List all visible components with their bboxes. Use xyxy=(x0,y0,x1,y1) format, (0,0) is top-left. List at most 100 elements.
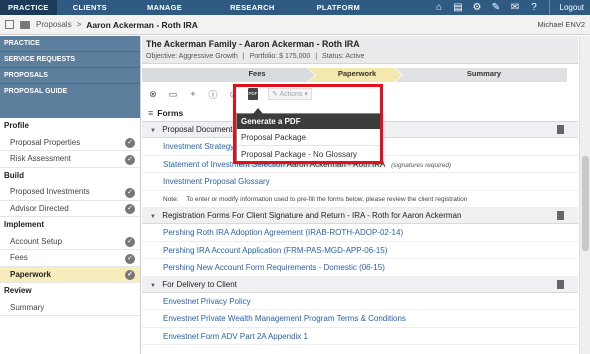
sidebar-item-fees[interactable]: Fees ✓ xyxy=(0,250,140,267)
form-link[interactable]: Envestnet Form ADV Part 2A Appendix 1 xyxy=(163,332,308,341)
layers-icon xyxy=(20,20,30,29)
scrollbar[interactable] xyxy=(579,36,590,354)
person-icon[interactable]: ☺ xyxy=(228,89,238,99)
tab-clients[interactable]: CLIENTS xyxy=(73,0,107,15)
section-title: Registration Forms For Client Signature … xyxy=(162,211,462,220)
note-label: Note: xyxy=(163,195,179,203)
tab-manage[interactable]: MANAGE xyxy=(147,0,182,15)
add-icon[interactable]: + xyxy=(188,89,198,99)
tab-research[interactable]: RESEARCH xyxy=(230,0,275,15)
close-circle-icon[interactable]: ⊗ xyxy=(148,89,158,100)
tab-practice[interactable]: PRACTICE xyxy=(0,0,57,15)
sidebar-item-advisor-directed[interactable]: Advisor Directed ✓ xyxy=(0,201,140,217)
main-content: The Ackerman Family - Aaron Ackerman - R… xyxy=(142,36,578,354)
document-icon[interactable] xyxy=(557,279,564,289)
section-registration-forms[interactable]: ▼ Registration Forms For Client Signatur… xyxy=(142,208,578,224)
forms-title: Forms xyxy=(157,108,184,118)
collapse-arrow-icon[interactable]: ▼ xyxy=(150,283,156,289)
check-icon: ✓ xyxy=(125,187,135,198)
form-link[interactable]: Pershing IRA Account Application (FRM-PA… xyxy=(163,246,387,255)
proposal-meta: Objective: Aggressive Growth | Portfolio… xyxy=(146,53,574,60)
document-icon[interactable] xyxy=(557,125,564,134)
proposal-header: The Ackerman Family - Aaron Ackerman - R… xyxy=(142,36,578,64)
tab-platform[interactable]: PLATFORM xyxy=(317,0,361,15)
sidebar-item-account-setup[interactable]: Account Setup ✓ xyxy=(0,234,140,250)
menu-item-proposal-package-no-glossary[interactable]: Proposal Package - No Glossary xyxy=(237,146,381,163)
pdf-icon[interactable]: PDF xyxy=(248,88,258,100)
note-text: To enter or modify information used to p… xyxy=(186,195,468,203)
collapse-icon[interactable] xyxy=(5,20,14,29)
folder-icon[interactable]: ▭ xyxy=(168,89,178,100)
progress-steps: Fees Paperwork Summary xyxy=(142,67,578,83)
list-item: Pershing IRA Account Application (FRM-PA… xyxy=(142,242,578,259)
gear-icon[interactable]: ⚙ xyxy=(471,1,483,14)
scrollbar-thumb[interactable] xyxy=(582,156,589,251)
check-icon: ✓ xyxy=(125,138,135,148)
meta-separator: | xyxy=(242,53,245,60)
breadcrumb-current: Aaron Ackerman - Roth IRA xyxy=(86,19,198,30)
sidebar-item-label: Summary xyxy=(10,302,45,312)
collapse-arrow-icon[interactable]: ▼ xyxy=(150,214,156,220)
check-icon: ✓ xyxy=(125,237,135,247)
page-title: The Ackerman Family - Aaron Ackerman - R… xyxy=(146,39,360,49)
actions-dropdown[interactable]: ✎ Actions ▾ xyxy=(268,88,312,100)
sidebar-section-service-requests[interactable]: SERVICE REQUESTS xyxy=(0,52,140,68)
sidebar-item-risk-assessment[interactable]: Risk Assessment ✓ xyxy=(0,151,140,168)
note-row: Note: To enter or modify information use… xyxy=(142,191,578,208)
top-nav: PRACTICE CLIENTS MANAGE RESEARCH PLATFOR… xyxy=(0,0,590,15)
check-icon: ✓ xyxy=(125,154,135,165)
help-icon[interactable]: ? xyxy=(528,1,540,14)
sidebar-item-summary[interactable]: Summary xyxy=(0,300,140,316)
sidebar-group-review: Review xyxy=(4,286,32,295)
sidebar-item-paperwork[interactable]: Paperwork ✓ xyxy=(0,266,140,283)
forms-toolbar: ⊗ ▭ + ⓘ ☺ PDF ✎ Actions ▾ xyxy=(142,83,578,105)
status-text: Status: Active xyxy=(322,53,365,60)
sidebar-item-label: Proposal Properties xyxy=(10,137,81,147)
document-icon[interactable] xyxy=(557,211,564,220)
wrench-icon[interactable]: ✎ xyxy=(490,1,502,14)
breadcrumb-proposals[interactable]: Proposals xyxy=(36,20,72,29)
sidebar-item-label: Paperwork xyxy=(10,269,51,279)
print-icon[interactable]: ▤ xyxy=(452,1,464,14)
chat-icon[interactable]: ✉ xyxy=(509,1,521,14)
step-paperwork[interactable]: Paperwork xyxy=(317,67,397,81)
check-icon: ✓ xyxy=(125,270,135,280)
logout-button[interactable]: Logout xyxy=(548,0,584,15)
portfolio-text: Portfolio: $ 175,000 xyxy=(249,53,311,60)
list-item: Envestnet Private Wealth Management Prog… xyxy=(142,310,578,328)
user-name[interactable]: Michael ENV2 xyxy=(537,20,585,29)
forms-icon: ≡ xyxy=(148,108,154,118)
sidebar-section-practice[interactable]: PRACTICE xyxy=(0,36,140,52)
check-icon: ✓ xyxy=(125,204,135,214)
collapse-arrow-icon[interactable]: ▼ xyxy=(150,128,156,134)
step-fees[interactable]: Fees xyxy=(202,67,312,81)
form-link[interactable]: Envestnet Privacy Policy xyxy=(163,297,251,306)
breadcrumb-separator: > xyxy=(76,20,82,29)
form-link[interactable]: Investment Strategy xyxy=(163,142,234,151)
sidebar-item-label: Risk Assessment xyxy=(10,154,71,163)
form-link[interactable]: Pershing New Account Form Requirements -… xyxy=(163,263,385,272)
objective-text: Objective: Aggressive Growth xyxy=(146,53,238,60)
form-link[interactable]: Envestnet Private Wealth Management Prog… xyxy=(163,314,406,323)
list-item: Envestnet Form ADV Part 2A Appendix 1 xyxy=(142,328,578,345)
menu-item-proposal-package[interactable]: Proposal Package xyxy=(237,129,381,146)
wrench-icon: ✎ xyxy=(272,91,278,98)
home-icon[interactable]: ⌂ xyxy=(433,1,445,14)
form-link[interactable]: Pershing Roth IRA Adoption Agreement (IR… xyxy=(163,228,403,237)
sidebar-item-proposed-investments[interactable]: Proposed Investments ✓ xyxy=(0,184,140,201)
sidebar-item-proposal-properties[interactable]: Proposal Properties ✓ xyxy=(0,135,140,151)
sidebar-proposal-guide[interactable]: PROPOSAL GUIDE xyxy=(0,84,140,118)
sidebar-group-build: Build xyxy=(4,170,24,180)
sidebar-item-label: Fees xyxy=(10,253,28,262)
list-item: Investment Proposal Glossary xyxy=(142,173,578,191)
step-summary[interactable]: Summary xyxy=(404,67,564,81)
form-link[interactable]: Investment Proposal Glossary xyxy=(163,177,270,186)
popup-arrow xyxy=(253,108,263,114)
sidebar-section-proposals[interactable]: PROPOSALS xyxy=(0,68,140,84)
form-note: (signatures required) xyxy=(391,161,452,169)
info-icon[interactable]: ⓘ xyxy=(208,88,218,101)
actions-label: Actions xyxy=(279,91,303,98)
section-delivery-to-client[interactable]: ▼ For Delivery to Client xyxy=(142,276,578,293)
sidebar-item-label: Account Setup xyxy=(10,236,63,246)
menu-title: Generate a PDF xyxy=(237,114,381,129)
